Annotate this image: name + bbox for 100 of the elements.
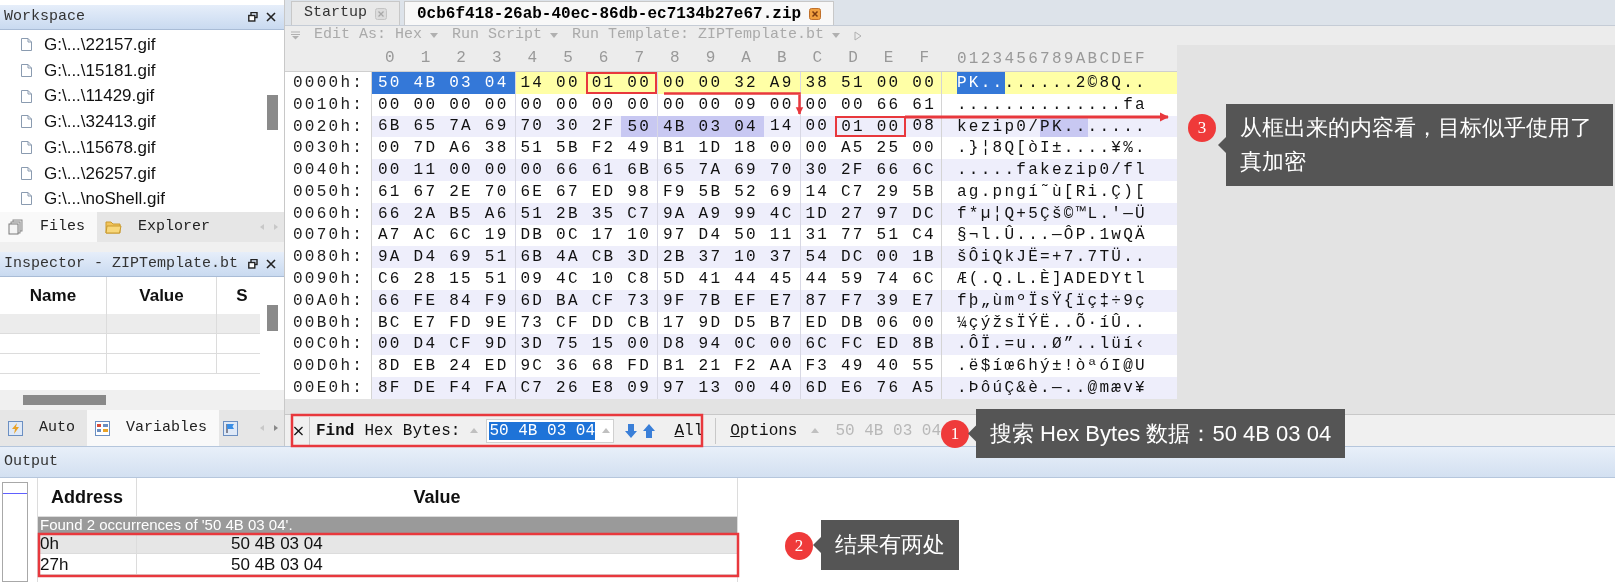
play-icon[interactable] xyxy=(854,30,863,41)
files-icon xyxy=(8,219,24,235)
file-item[interactable]: G:\...\15181.gif xyxy=(21,57,160,84)
options-button[interactable]: Options xyxy=(730,418,798,443)
result-row[interactable]: 27h 50 4B 03 04 xyxy=(38,554,737,575)
column-header: 3 xyxy=(490,48,503,69)
caret-icon xyxy=(602,427,611,434)
ascii-text: .. xyxy=(1111,116,1136,138)
panel-title: Output xyxy=(4,451,58,472)
column-header: 1 xyxy=(419,48,432,69)
arrow-down-icon[interactable] xyxy=(624,422,639,439)
column-header: C xyxy=(811,48,824,69)
row-offset: 00E0h: xyxy=(285,377,372,399)
tab[interactable]: Variables xyxy=(87,410,220,446)
column-header: 7 xyxy=(633,48,645,69)
column-header: D xyxy=(847,48,859,69)
hex-bytes: 00 D4 CF 9D 3D 75 15 00 D8 94 0C 00 6C FC ED 8B xyxy=(378,335,937,354)
caret-icon xyxy=(550,32,559,39)
close-icon[interactable] xyxy=(266,259,276,269)
restore-icon[interactable] xyxy=(248,12,258,22)
caret-icon[interactable] xyxy=(811,427,820,434)
hex-bytes: 01 00 xyxy=(585,72,657,94)
tab[interactable]: 0cb6f418-26ab-40ec-86db-ec7134b27e67.zip xyxy=(404,1,835,25)
ascii-text: Æ(.Q.L.È]ADEDYtl xyxy=(957,268,1147,290)
document-icon xyxy=(21,115,32,129)
caret-icon xyxy=(832,32,841,39)
tab[interactable]: Startup xyxy=(291,1,400,25)
search-history: 50 4B 03 04 xyxy=(835,420,942,442)
hex-bytes: 66 FE 84 F9 6D BA CF 73 9F 7B EF E7 87 F7 39 E7 xyxy=(378,291,937,310)
ascii-text: .. xyxy=(1004,72,1029,94)
document-icon xyxy=(21,166,32,180)
hex-bytes: 8D EB 24 ED 9C 36 68 FD B1 21 F2 AA F3 49 40 55 xyxy=(378,357,937,376)
ascii-text: ..fa xyxy=(1099,94,1147,116)
ascii-text: ¼çýžsÏÝË..Õ·íÛ.. xyxy=(957,312,1147,334)
column-header: B xyxy=(775,48,788,69)
file-item[interactable]: G:\...\32413.gif xyxy=(21,109,160,135)
hex-bytes: C6 28 15 51 09 4C 10 C8 5D 41 44 45 44 59 74 6C xyxy=(378,270,937,289)
scrollbar-thumb[interactable] xyxy=(267,305,278,331)
ascii-text: . xyxy=(1135,116,1147,138)
hex-bytes: 14 00 xyxy=(769,117,830,136)
ascii-text: ag.pngí˜ù[Ri.Ç)[ xyxy=(957,181,1147,203)
find-label: Find xyxy=(316,420,355,442)
search-field[interactable]: 50 4B 03 04 xyxy=(486,418,615,443)
result-row[interactable]: 0h 50 4B 03 04 xyxy=(38,533,737,554)
hex-bytes: 50 4B 03 04 xyxy=(621,115,764,138)
ascii-text: .ë$íœ6hý±!òªóI@U xyxy=(957,356,1147,378)
column-header: 8 xyxy=(669,48,681,69)
file-item[interactable]: G:\...\26257.gif xyxy=(21,160,160,187)
ascii-text: fþ„ùmºÏsŸ{ïç‡÷9ç xyxy=(957,290,1147,312)
close-icon[interactable] xyxy=(809,7,822,20)
tab[interactable]: Files xyxy=(0,212,97,242)
row-offset: 0000h: xyxy=(285,72,372,94)
hex-bytes: 08 xyxy=(912,117,937,136)
file-item[interactable]: G:\...\15678.gif xyxy=(21,134,160,161)
arrow xyxy=(795,94,804,115)
hex-bytes: 50 4B 03 04 xyxy=(372,72,515,94)
scrollbar-thumb[interactable] xyxy=(267,95,278,130)
column-header: 2 xyxy=(455,48,467,69)
hex-bytes: 9A D4 69 51 6B 4A CB 3D 2B 37 10 37 54 DC 00 1B xyxy=(378,248,937,267)
hex-bytes: 66 2A B5 A6 51 2B 35 C7 9A A9 99 4C 1D 27 97 DC xyxy=(378,204,937,223)
panel-title: Workspace xyxy=(4,6,85,27)
hex-bytes: 6B 65 7A 69 70 30 2F xyxy=(378,117,616,136)
file-item[interactable]: G:\...\noShell.gif xyxy=(21,186,169,212)
column-header: F xyxy=(918,48,930,69)
all-button[interactable]: All xyxy=(672,418,706,443)
hex-bytes: 61 67 2E 70 6E 67 ED 98 F9 5B 52 69 14 C7 29 5B xyxy=(378,182,937,201)
column-header: A xyxy=(740,48,752,69)
hex-bytes: 14 00 xyxy=(520,73,580,92)
column-header[interactable]: Value xyxy=(136,478,737,516)
scrollbar-thumb[interactable] xyxy=(23,395,106,405)
ascii-text: .. xyxy=(1087,116,1112,138)
callout: 从框出来的内容看，目标似乎使用了真加密 xyxy=(1218,104,1613,186)
lightning-icon xyxy=(8,420,23,436)
caret-icon xyxy=(430,32,439,39)
document-icon xyxy=(21,38,32,52)
tab-scroll-icon[interactable] xyxy=(258,423,280,433)
column-header[interactable]: S xyxy=(217,277,267,314)
hex-bytes: 00 00 32 A9 38 51 00 00 xyxy=(663,73,937,92)
column-header: E xyxy=(882,48,895,69)
close-button[interactable]: × xyxy=(288,416,310,445)
ascii-text: .....fakezip0/fl xyxy=(957,160,1147,181)
ascii-text: ............ xyxy=(957,94,1100,116)
close-icon[interactable] xyxy=(266,12,276,22)
restore-icon[interactable] xyxy=(248,259,258,269)
column-header[interactable]: Address xyxy=(38,478,136,516)
row-offset: 0080h: xyxy=(285,246,372,269)
ascii-text: .}¦8Q[òI±....¥%. xyxy=(957,138,1147,160)
ascii-text: PK.. xyxy=(957,72,1005,94)
hex-bytes: 01 00 xyxy=(835,115,907,138)
file-item[interactable]: G:\...\11429.gif xyxy=(21,83,159,110)
table-icon xyxy=(95,420,110,436)
menu-caret-icon[interactable] xyxy=(291,31,300,40)
mode-dropdown[interactable]: Hex Bytes: xyxy=(364,418,479,443)
arrow-up-icon[interactable] xyxy=(642,422,657,439)
file-item[interactable]: G:\...\22157.gif xyxy=(21,32,160,58)
column-header: 5 xyxy=(562,48,574,69)
document-icon xyxy=(21,89,32,103)
message-row: Found 2 occurrences of '50 4B 03 04'. xyxy=(38,517,737,533)
row-offset: 00C0h: xyxy=(285,333,372,356)
row-offset: 0020h: xyxy=(285,115,372,138)
